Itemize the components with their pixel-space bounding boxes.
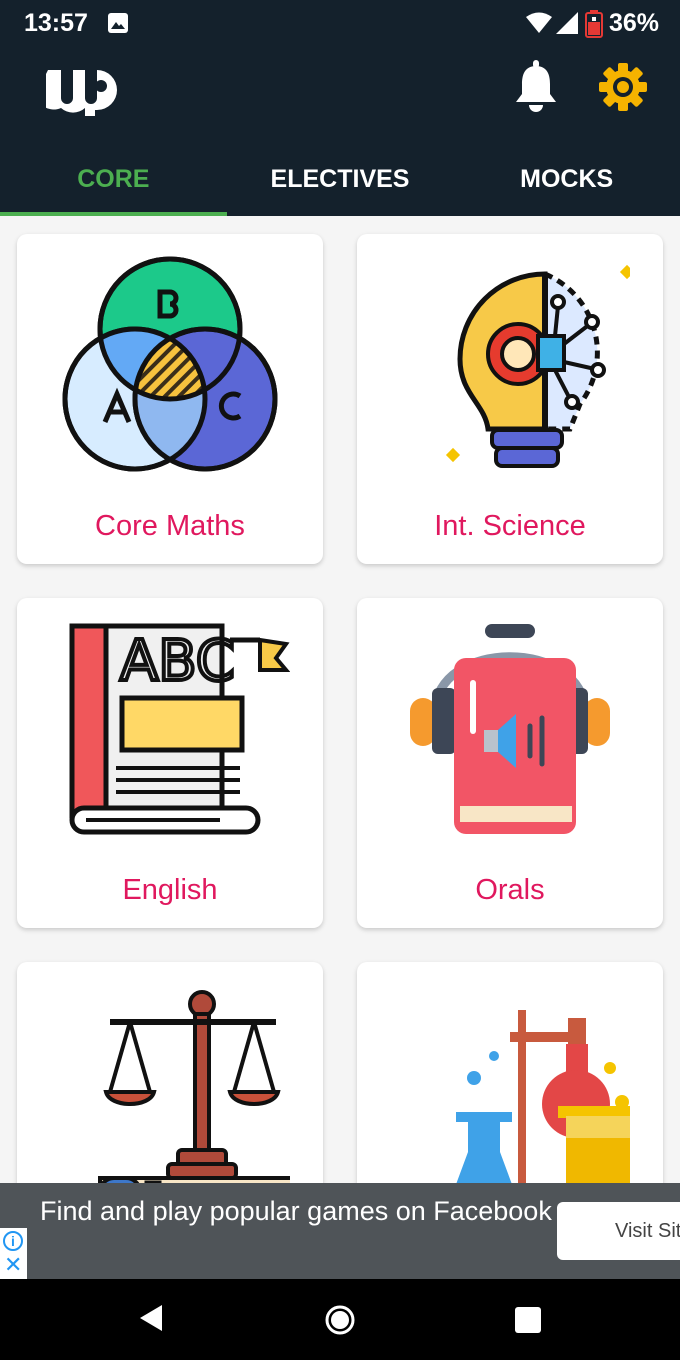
tab-bar: CORE ELECTIVES MOCKS	[0, 142, 680, 216]
subject-label: Orals	[475, 874, 545, 906]
ad-info-icon[interactable]: i	[3, 1231, 23, 1251]
venn-diagram-icon	[17, 254, 323, 494]
subject-label: Int. Science	[434, 510, 586, 542]
settings-gear-icon[interactable]	[598, 62, 648, 117]
ad-close-icon[interactable]: ✕	[4, 1254, 22, 1276]
scales-of-justice-icon	[17, 982, 323, 1183]
subject-label: English	[122, 874, 218, 906]
subject-card-core-maths[interactable]: Core Maths	[17, 234, 323, 564]
lightbulb-gear-circuit-icon	[357, 254, 663, 494]
subject-card-orals[interactable]: Orals	[357, 598, 663, 928]
battery-low-icon	[585, 10, 603, 43]
audiobook-headphones-icon	[357, 618, 663, 858]
subject-card-english[interactable]: ABC English	[17, 598, 323, 928]
tab-core[interactable]: CORE	[0, 142, 227, 216]
status-bar: 13:57 36%	[0, 0, 680, 48]
lab-flasks-icon	[357, 982, 663, 1183]
subject-label: Core Maths	[95, 510, 245, 542]
subject-card-int-science[interactable]: Int. Science	[357, 234, 663, 564]
image-icon	[108, 13, 128, 38]
app-bar	[0, 48, 680, 142]
ad-text: Find and play popular games on Facebook,…	[40, 1196, 552, 1226]
cellular-signal-icon	[556, 12, 578, 39]
wifi-icon	[526, 12, 552, 39]
app-logo-icon	[36, 66, 118, 121]
subject-grid: Core Maths Int. Science ABC English Oral…	[0, 216, 680, 1183]
tab-electives[interactable]: ELECTIVES	[227, 142, 454, 216]
subject-card-6[interactable]	[357, 962, 663, 1183]
tab-mocks[interactable]: MOCKS	[453, 142, 680, 216]
battery-percent: 36%	[609, 9, 660, 37]
recents-square-icon[interactable]	[514, 1306, 542, 1339]
home-circle-icon[interactable]	[324, 1304, 356, 1341]
abc-book-icon: ABC	[17, 618, 323, 858]
status-time: 13:57	[24, 9, 88, 37]
system-nav-bar	[0, 1279, 680, 1360]
svg-text:ABC: ABC	[120, 629, 235, 694]
back-triangle-icon[interactable]	[138, 1303, 164, 1338]
ad-banner[interactable]: i ✕ Find and play popular games on Faceb…	[0, 1183, 680, 1279]
notifications-bell-icon[interactable]	[514, 60, 558, 117]
ad-visit-button[interactable]: Visit Sit	[557, 1202, 680, 1260]
subject-card-5[interactable]	[17, 962, 323, 1183]
